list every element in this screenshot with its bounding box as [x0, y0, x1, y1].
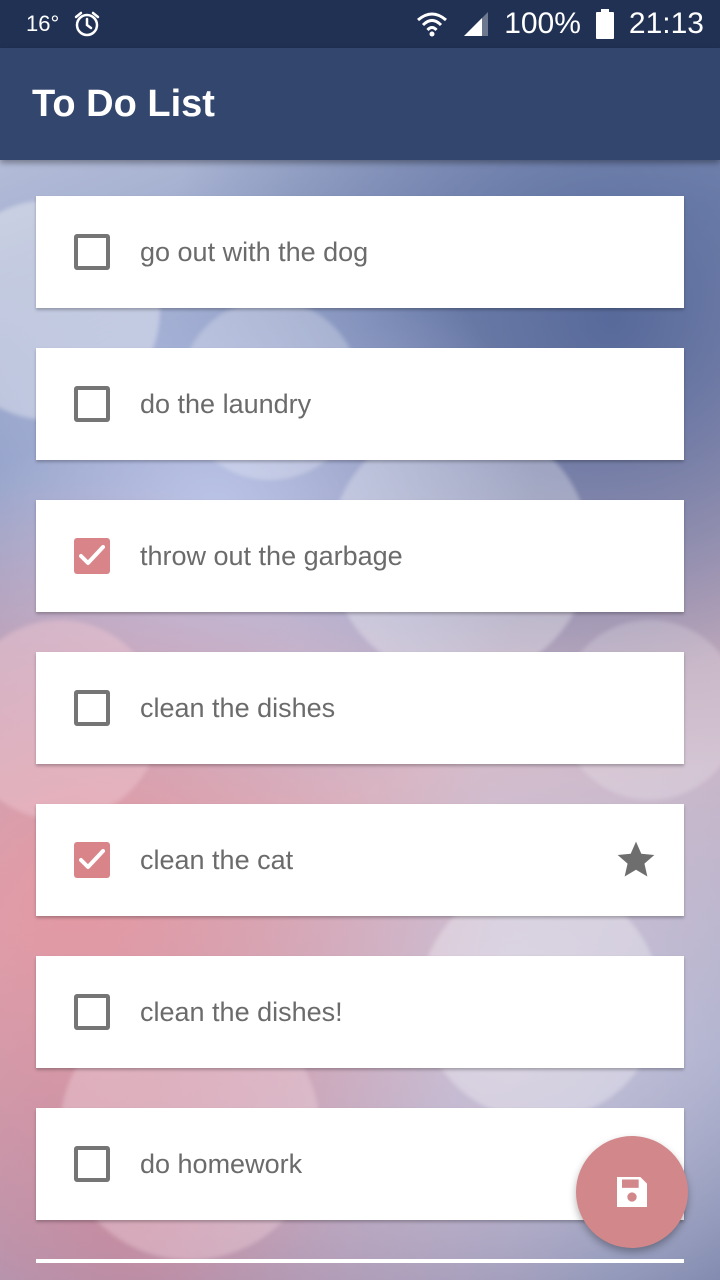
clock: 21:13: [628, 7, 704, 40]
check-icon: [79, 849, 105, 869]
signal-icon: [462, 10, 490, 38]
temperature: 16°: [26, 11, 60, 36]
list-item[interactable]: throw out the garbage: [36, 500, 684, 612]
list-item[interactable]: do the laundry: [36, 348, 684, 460]
todo-text: throw out the garbage: [140, 541, 403, 571]
todo-text: clean the dishes!: [140, 997, 343, 1027]
todo-text: do the laundry: [140, 389, 312, 419]
todo-list: go out with the dog do the laundry throw…: [36, 196, 684, 1260]
list-item-partial: [36, 1259, 684, 1263]
list-item[interactable]: clean the dishes: [36, 652, 684, 764]
alarm-icon: [73, 10, 101, 38]
todo-checkbox-checked[interactable]: [74, 538, 110, 574]
save-icon: [617, 1177, 647, 1207]
star-icon[interactable]: [614, 838, 658, 886]
app-bar: To Do List: [0, 48, 720, 160]
wifi-icon: [416, 10, 448, 38]
todo-text: clean the cat: [140, 845, 294, 875]
todo-checkbox-checked[interactable]: [74, 842, 110, 878]
list-item[interactable]: clean the cat: [36, 804, 684, 916]
battery-level: 100%: [504, 7, 581, 40]
todo-text: go out with the dog: [140, 237, 369, 267]
battery-icon: [595, 9, 615, 39]
todo-checkbox[interactable]: [74, 994, 110, 1030]
todo-text: do homework: [140, 1149, 303, 1179]
todo-checkbox[interactable]: [74, 386, 110, 422]
save-button[interactable]: [576, 1136, 688, 1248]
todo-text: clean the dishes: [140, 693, 336, 723]
list-item[interactable]: go out with the dog: [36, 196, 684, 308]
todo-checkbox[interactable]: [74, 690, 110, 726]
status-bar: 16° 100% 21:13: [0, 0, 720, 48]
list-item[interactable]: clean the dishes!: [36, 956, 684, 1068]
check-icon: [79, 545, 105, 565]
page-title: To Do List: [32, 82, 215, 125]
todo-checkbox[interactable]: [74, 1146, 110, 1182]
todo-checkbox[interactable]: [74, 234, 110, 270]
